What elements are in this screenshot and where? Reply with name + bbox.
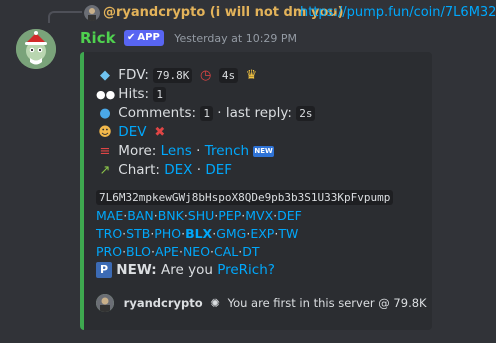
link-bnk[interactable]: BNK: [158, 208, 184, 223]
links-row-3: PRO·BLO·APE·NEO·CAL·DT: [96, 244, 260, 259]
footer-text: You are first in this server @ 79.8K: [227, 296, 427, 310]
links-row-1: MAE·BAN·BNK·SHU·PEP·MVX·DEF: [96, 208, 302, 223]
lens-link[interactable]: Lens: [161, 143, 192, 159]
hits-value: 1: [153, 87, 166, 102]
fdv-label: FDV:: [118, 67, 149, 83]
fdv-row: ◆ FDV: 79.8K ◷ 4s ♛: [96, 66, 422, 85]
person-icon: ☻: [98, 125, 112, 140]
crown-icon: ♛: [245, 68, 258, 83]
link-mae[interactable]: MAE: [96, 208, 123, 223]
contract-address[interactable]: 7L6M32mpkewGWj8bHspoX8QDe9pb3b3S1U33KpFv…: [96, 190, 394, 205]
fdv-value: 79.8K: [153, 68, 193, 83]
more-label: More:: [118, 143, 157, 159]
link-dt[interactable]: DT: [242, 244, 259, 259]
bot-avatar[interactable]: [16, 29, 56, 69]
diamond-icon: ◆: [100, 68, 110, 83]
prerich-link[interactable]: PreRich?: [217, 262, 275, 278]
trench-link[interactable]: Trench: [205, 143, 249, 159]
links-row-2: TRO·STB·PHO·BLX·GMG·EXP·TW: [96, 226, 299, 241]
last-reply-label: · last reply:: [217, 105, 292, 121]
chart-label: Chart:: [118, 162, 160, 178]
fdv-age: 4s: [218, 68, 239, 83]
link-mvx[interactable]: MVX: [245, 208, 273, 223]
dev-link[interactable]: DEV: [118, 124, 146, 140]
reply-connector: [48, 11, 82, 23]
link-shu[interactable]: SHU: [188, 208, 214, 223]
reply-reference[interactable]: @ryandcrypto (i will not dm you) https:/…: [0, 0, 496, 28]
comments-row: ● Comments: 1 · last reply: 2s: [96, 104, 422, 123]
link-def[interactable]: DEF: [277, 208, 302, 223]
message-author[interactable]: Rick: [80, 29, 116, 47]
parking-icon: P: [96, 262, 112, 278]
hits-row: ●● Hits: 1: [96, 85, 422, 104]
dex-link[interactable]: DEX: [164, 162, 192, 178]
embed-card: ◆ FDV: 79.8K ◷ 4s ♛ ●● Hits: 1 ● Comment…: [80, 52, 432, 330]
message-timestamp: Yesterday at 10:29 PM: [174, 31, 298, 45]
check-icon: ✔: [127, 32, 136, 43]
dev-row: ☻ DEV ✖: [96, 123, 422, 142]
new-text: Are you: [161, 262, 213, 278]
new-label: NEW:: [116, 262, 157, 278]
link-pep[interactable]: PEP: [218, 208, 241, 223]
comments-value: 1: [200, 106, 213, 121]
new-icon: NEW: [253, 145, 274, 157]
link-ban[interactable]: BAN: [127, 208, 153, 223]
link-ape[interactable]: APE: [155, 244, 179, 259]
speech-bubble-icon: ●: [99, 106, 111, 121]
chart-icon: ↗: [99, 163, 111, 178]
reply-link[interactable]: https://pump.fun/coin/7L6M32: [300, 5, 496, 20]
prerich-row: P NEW: Are you PreRich?: [96, 261, 422, 280]
chart-row: ↗ Chart: DEX · DEF: [96, 161, 422, 180]
link-blx[interactable]: BLX: [185, 226, 212, 241]
link-pro[interactable]: PRO: [96, 244, 122, 259]
flag-icon: ≡: [99, 144, 111, 159]
link-exp[interactable]: EXP: [250, 226, 274, 241]
link-tw[interactable]: TW: [278, 226, 298, 241]
link-tro[interactable]: TRO: [96, 226, 122, 241]
link-blo[interactable]: BLO: [126, 244, 151, 259]
reply-avatar[interactable]: [84, 5, 100, 21]
embed-footer: ryandcrypto ✺ You are first in this serv…: [96, 294, 427, 314]
eyes-icon: ●●: [96, 88, 116, 101]
message-header: Rick ✔ APP Yesterday at 10:29 PM: [80, 29, 297, 49]
link-neo[interactable]: NEO: [183, 244, 210, 259]
clock-icon: ◷: [199, 68, 212, 83]
link-cal[interactable]: CAL: [214, 244, 238, 259]
bullet-icon: ✺: [210, 296, 220, 310]
hits-label: Hits:: [118, 86, 150, 102]
link-pho[interactable]: PHO: [154, 226, 181, 241]
app-badge: ✔ APP: [124, 30, 164, 46]
comments-label: Comments:: [118, 105, 197, 121]
more-row: ≡ More: Lens · Trench NEW: [96, 142, 422, 161]
footer-author: ryandcrypto: [123, 296, 203, 310]
link-gmg[interactable]: GMG: [216, 226, 246, 241]
link-stb[interactable]: STB: [126, 226, 150, 241]
contract-row: 7L6M32mpkewGWj8bHspoX8QDe9pb3b3S1U33KpFv…: [96, 188, 422, 207]
def-link[interactable]: DEF: [205, 162, 232, 178]
footer-avatar: [96, 294, 114, 312]
last-reply-value: 2s: [296, 106, 316, 121]
app-badge-label: APP: [137, 32, 160, 43]
pill-crossed-icon: ✖: [154, 125, 166, 140]
